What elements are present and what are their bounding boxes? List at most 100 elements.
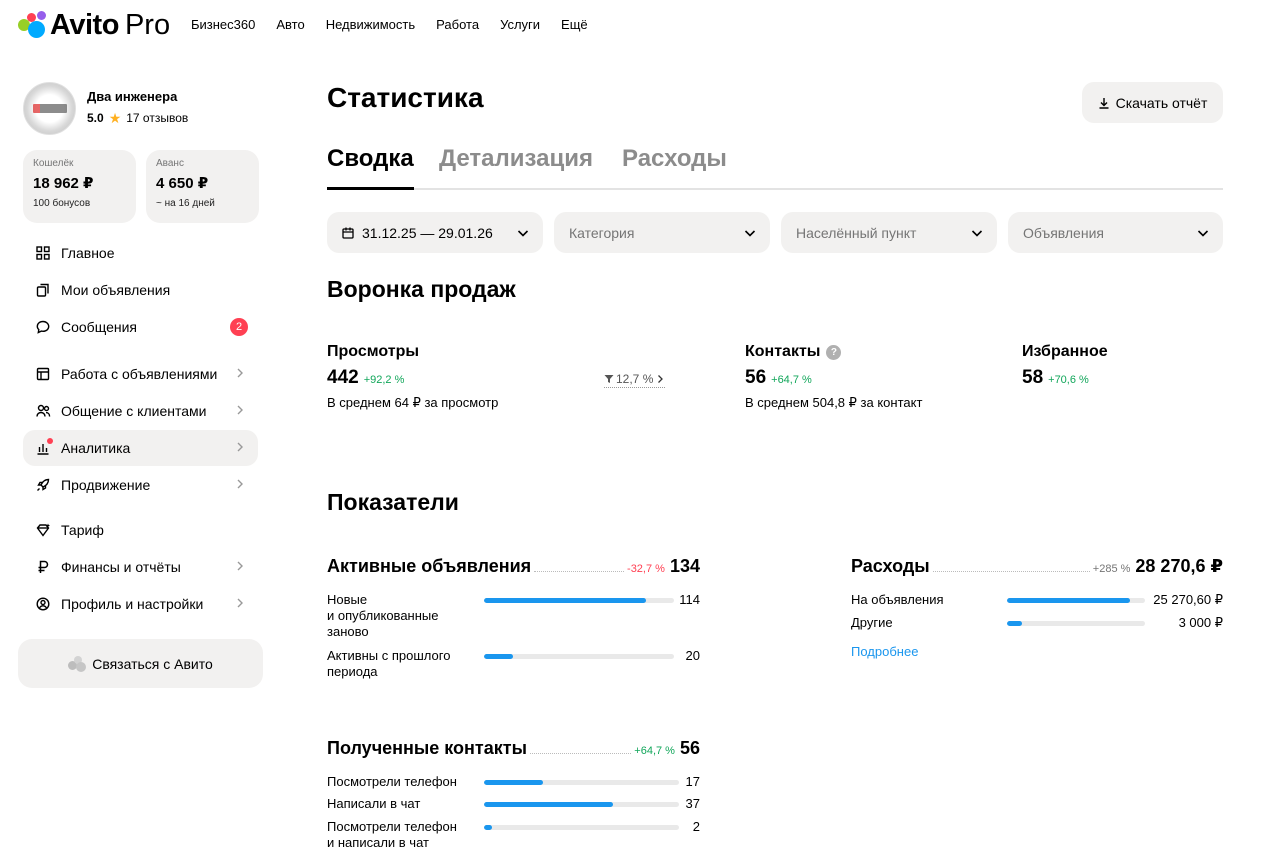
bar-label: Другие: [851, 615, 893, 630]
conversion-value: 12,7 %: [616, 372, 654, 386]
bar-fill: [484, 598, 646, 603]
sidebar-item-label: Финансы и отчёты: [61, 559, 181, 575]
bar-track: [1007, 621, 1145, 626]
bar-track: [1007, 598, 1145, 603]
bar-value: 114: [679, 592, 700, 607]
contacts-change: +64,7 %: [771, 374, 812, 386]
top-navigation: Бизнес360 Авто Недвижимость Работа Услуг…: [191, 17, 588, 32]
sidebar-item-label: Общение с клиентами: [61, 403, 207, 419]
bar-label: Новые и опубликованные заново: [327, 592, 439, 639]
help-icon[interactable]: ?: [826, 344, 842, 360]
expenses-more-link[interactable]: Подробнее: [851, 644, 918, 659]
topnav-services[interactable]: Услуги: [500, 17, 540, 32]
bar-value: 2: [692, 819, 700, 834]
sidebar-item-analytics[interactable]: Аналитика: [23, 430, 258, 466]
bar-value: 3 000 ₽: [1178, 615, 1223, 630]
bar-track: [484, 780, 679, 785]
bar-row: На объявления 25 270,60 ₽: [851, 592, 1223, 610]
bar-row: Другие 3 000 ₽: [851, 615, 1223, 633]
notification-dot: [47, 438, 53, 444]
profile-rating: 5.0 ★ 17 отзывов: [87, 111, 188, 125]
date-range-value: 31.12.25 — 29.01.26: [362, 224, 493, 241]
copy-icon: [35, 282, 51, 298]
views-avg-cost: В среднем 64 ₽ за просмотр: [327, 395, 499, 410]
conversion-link[interactable]: 12,7 %: [604, 372, 666, 388]
topnav-business360[interactable]: Бизнес360: [191, 17, 255, 32]
category-select[interactable]: Категория: [554, 212, 770, 253]
star-icon: ★: [108, 110, 122, 126]
tab-details[interactable]: Детализация: [439, 145, 593, 190]
advance-card[interactable]: Аванс 4 650 ₽ ~ на 16 дней: [146, 150, 259, 223]
support-dots-icon: [68, 655, 87, 672]
location-select[interactable]: Населённый пункт: [781, 212, 997, 253]
bar-label: Активны с прошлого периода: [327, 648, 451, 679]
ads-placeholder: Объявления: [1023, 224, 1104, 241]
expenses-change: +285 %: [1092, 563, 1131, 575]
wallets: Кошелёк 18 962 ₽ 100 бонусов Аванс 4 650…: [23, 150, 259, 223]
page-title: Статистика: [327, 82, 484, 113]
chevron-right-icon: [237, 405, 243, 415]
people-icon: [35, 403, 51, 419]
date-range-select[interactable]: 31.12.25 — 29.01.26: [327, 212, 543, 253]
category-placeholder: Категория: [569, 224, 635, 241]
sidebar-item-my-ads[interactable]: Мои объявления: [23, 272, 258, 308]
bar-label: На объявления: [851, 592, 944, 607]
contact-avito-button[interactable]: Связаться с Авито: [18, 639, 263, 688]
bar-track: [484, 825, 679, 830]
reviews-count[interactable]: 17 отзывов: [126, 111, 188, 125]
sidebar-item-profile-settings[interactable]: Профиль и настройки: [23, 586, 258, 622]
download-report-label: Скачать отчёт: [1115, 94, 1208, 111]
received-contacts-title: Полученные контакты: [327, 738, 527, 758]
bar-row: Посмотрели телефон и написали в чат 2: [327, 819, 700, 853]
avito-logo-icon: [18, 10, 48, 40]
sidebar-item-label: Профиль и настройки: [61, 596, 204, 612]
sidebar-item-tariff[interactable]: Тариф: [23, 512, 258, 548]
sidebar-item-promotion[interactable]: Продвижение: [23, 467, 258, 503]
received-contacts-header: Полученные контакты +64,7 % 56: [327, 738, 700, 759]
wallet-title: Кошелёк: [33, 158, 74, 169]
bar-fill: [484, 654, 513, 659]
topnav-jobs[interactable]: Работа: [436, 17, 479, 32]
bar-label: Написали в чат: [327, 796, 421, 811]
profile-card[interactable]: Два инженера 5.0 ★ 17 отзывов: [18, 80, 264, 138]
expenses-header: Расходы +285 % 28 270,6 ₽: [851, 556, 1223, 577]
top-bar: Avito Pro Бизнес360 Авто Недвижимость Ра…: [0, 0, 1272, 50]
bar-fill: [484, 780, 543, 785]
logo-suffix: Pro: [124, 8, 171, 41]
sidebar: Два инженера 5.0 ★ 17 отзывов Кошелёк 18…: [18, 80, 264, 688]
sidebar-item-clients[interactable]: Общение с клиентами: [23, 393, 258, 429]
topnav-more[interactable]: Ещё: [561, 17, 588, 32]
sidebar-item-messages[interactable]: Сообщения 2: [23, 309, 258, 345]
chevron-right-icon: [237, 479, 243, 489]
ruble-icon: [35, 559, 51, 575]
tab-expenses[interactable]: Расходы: [622, 145, 727, 190]
wallet-card[interactable]: Кошелёк 18 962 ₽ 100 бонусов: [23, 150, 136, 223]
bar-row: Написали в чат 37: [327, 796, 700, 814]
received-contacts-change: +64,7 %: [634, 745, 675, 757]
calendar-icon: [342, 227, 354, 239]
chevron-right-icon: [658, 375, 664, 383]
bar-row: Новые и опубликованные заново 114: [327, 592, 700, 640]
topnav-realty[interactable]: Недвижимость: [326, 17, 415, 32]
listing-icon: [35, 366, 51, 382]
views-title: Просмотры: [327, 343, 420, 360]
sidebar-item-ads-work[interactable]: Работа с объявлениями: [23, 356, 258, 392]
chevron-right-icon: [237, 561, 243, 571]
sidebar-item-main[interactable]: Главное: [23, 235, 258, 271]
sidebar-item-finance[interactable]: Финансы и отчёты: [23, 549, 258, 585]
expenses-title: Расходы: [851, 556, 930, 576]
bar-track: [484, 654, 674, 659]
tab-summary[interactable]: Сводка: [327, 145, 414, 190]
profile-name: Два инженера: [87, 89, 178, 104]
favorites-title: Избранное: [1022, 343, 1108, 360]
unread-badge: 2: [230, 318, 248, 336]
grid-icon: [35, 245, 51, 261]
ads-select[interactable]: Объявления: [1008, 212, 1223, 253]
views-change: +92,2 %: [363, 374, 405, 386]
contacts-avg-cost: В среднем 504,8 ₽ за контакт: [745, 395, 923, 410]
topnav-auto[interactable]: Авто: [276, 17, 304, 32]
avito-pro-logo[interactable]: Avito Pro: [18, 8, 170, 42]
rating-value: 5.0: [87, 111, 104, 125]
funnel-contacts: Контакты ? 56 +64,7 % В среднем 504,8 ₽ …: [745, 343, 922, 411]
download-report-button[interactable]: Скачать отчёт: [1082, 82, 1223, 123]
